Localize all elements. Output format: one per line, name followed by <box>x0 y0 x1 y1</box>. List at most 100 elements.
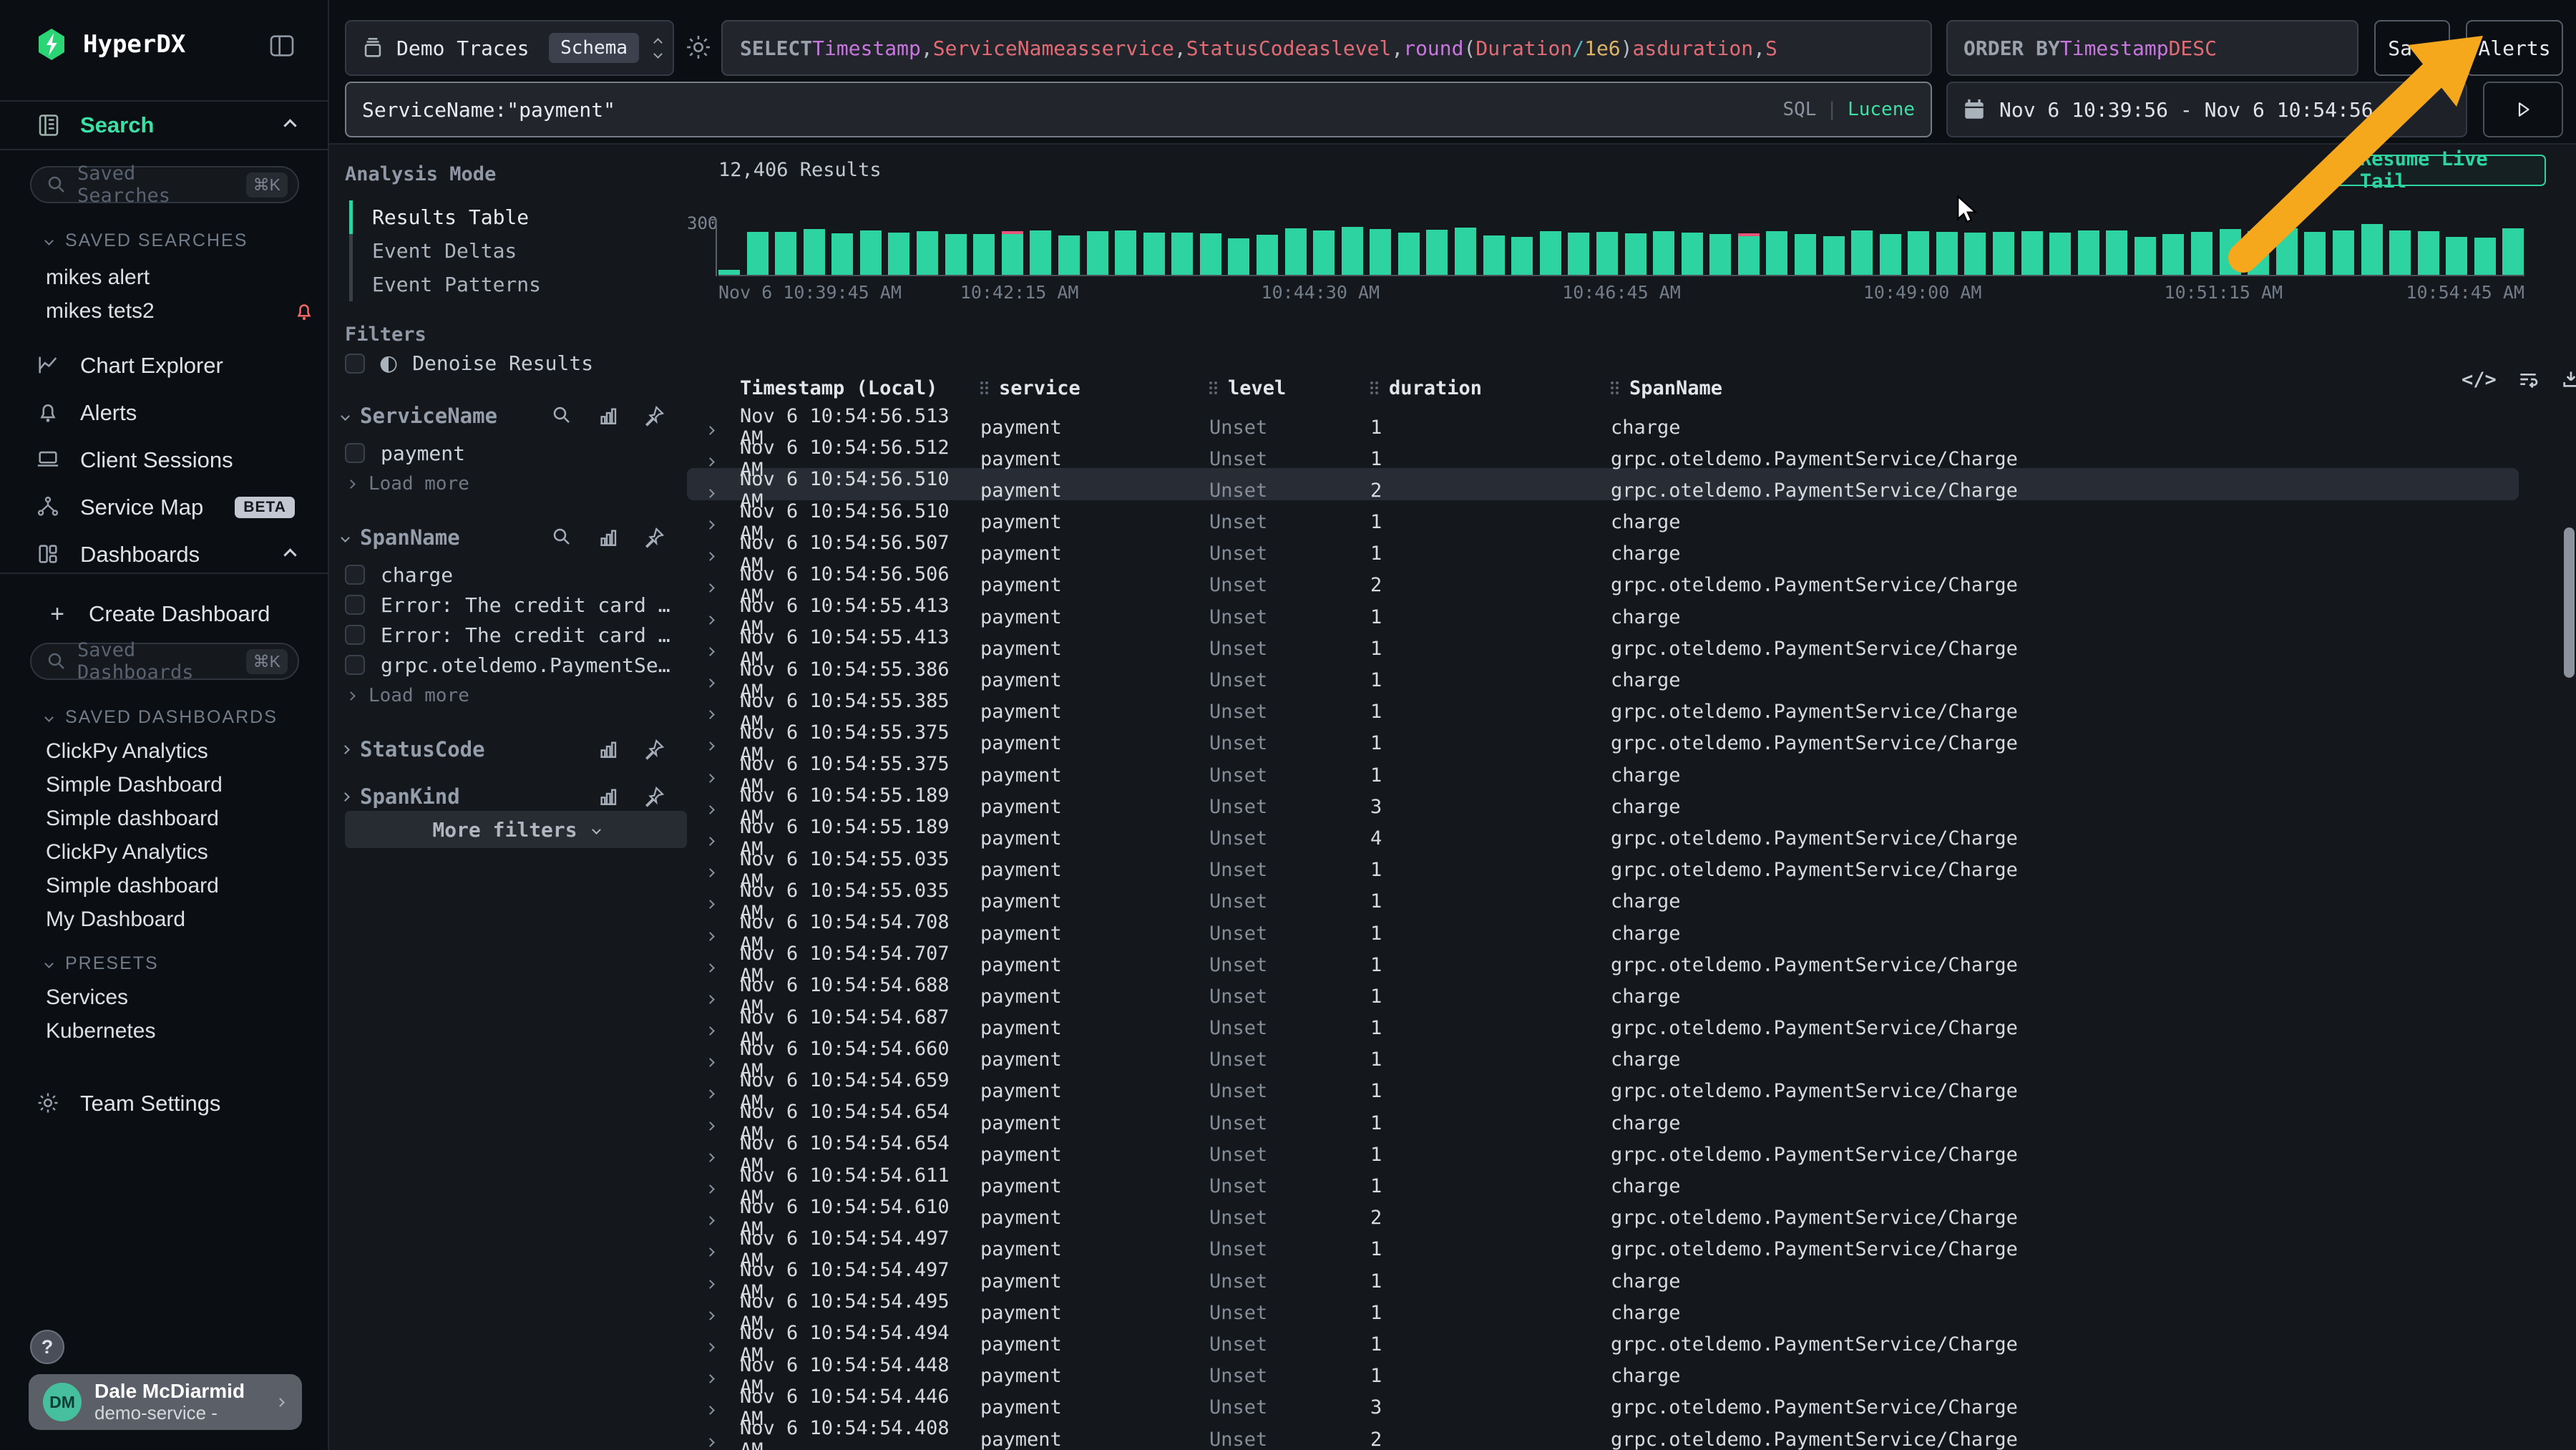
column-header-timestamp-local-[interactable]: Timestamp (Local) <box>740 377 980 399</box>
saved-dashboards-input[interactable]: Saved Dashboards ⌘K <box>30 643 299 680</box>
saved-search-item[interactable]: mikes tets2 <box>46 294 329 328</box>
expand-row-icon[interactable] <box>707 1238 740 1260</box>
expand-row-icon[interactable] <box>707 480 740 502</box>
schema-badge[interactable]: Schema <box>549 33 639 63</box>
scrollbar-thumb[interactable] <box>2564 527 2575 678</box>
chevron-up-icon[interactable] <box>283 119 296 132</box>
filter-option[interactable]: charge <box>329 560 687 590</box>
expand-row-icon[interactable] <box>707 1365 740 1387</box>
presets-header[interactable]: PRESETS <box>46 953 159 974</box>
saved-dashboard-item[interactable]: ClickPy Analytics <box>46 734 223 768</box>
table-row[interactable]: Nov 6 10:54:54.408 AMpaymentUnset2grpc.o… <box>687 1417 2519 1449</box>
saved-dashboard-item[interactable]: Simple dashboard <box>46 869 223 902</box>
expand-row-icon[interactable] <box>707 986 740 1008</box>
expand-row-icon[interactable] <box>707 1017 740 1039</box>
table-row[interactable]: Nov 6 10:54:54.660 AMpaymentUnset1charge <box>687 1038 2519 1069</box>
table-row[interactable]: Nov 6 10:54:54.494 AMpaymentUnset1grpc.o… <box>687 1322 2519 1353</box>
expand-row-icon[interactable] <box>707 890 740 913</box>
analysis-mode-event-deltas[interactable]: Event Deltas <box>372 234 541 268</box>
language-toggle-lucene[interactable]: Lucene <box>1848 99 1915 120</box>
table-row[interactable]: Nov 6 10:54:56.510 AMpaymentUnset2grpc.o… <box>687 468 2519 500</box>
search-icon[interactable] <box>551 404 574 427</box>
expand-row-icon[interactable] <box>707 417 740 439</box>
saved-dashboard-item[interactable]: My Dashboard <box>46 902 223 936</box>
chart-icon[interactable] <box>597 785 620 808</box>
filter-checkbox[interactable] <box>345 625 365 645</box>
preset-item[interactable]: Services <box>46 981 155 1014</box>
filter-option[interactable]: payment <box>329 438 687 468</box>
denoise-checkbox[interactable] <box>345 354 365 374</box>
table-row[interactable]: Nov 6 10:54:56.512 AMpaymentUnset1grpc.o… <box>687 437 2519 468</box>
filter-group-header-spanname[interactable]: SpanName <box>329 515 687 560</box>
create-dashboard-button[interactable]: + Create Dashboard <box>9 597 270 631</box>
expand-row-icon[interactable] <box>707 923 740 945</box>
expand-row-icon[interactable] <box>707 1144 740 1166</box>
saved-searches-header[interactable]: SAVED SEARCHES <box>46 230 248 251</box>
chart-icon[interactable] <box>597 404 620 427</box>
filter-option[interactable]: Error: The credit card … <box>329 620 687 650</box>
sidebar-item-chart-explorer[interactable]: Chart Explorer <box>0 348 329 384</box>
table-row[interactable]: Nov 6 10:54:54.707 AMpaymentUnset1grpc.o… <box>687 943 2519 974</box>
table-row[interactable]: Nov 6 10:54:54.654 AMpaymentUnset1charge <box>687 1101 2519 1132</box>
table-row[interactable]: Nov 6 10:54:54.611 AMpaymentUnset1charge <box>687 1164 2519 1196</box>
table-row[interactable]: Nov 6 10:54:55.189 AMpaymentUnset4grpc.o… <box>687 816 2519 847</box>
table-row[interactable]: Nov 6 10:54:55.375 AMpaymentUnset1grpc.o… <box>687 721 2519 753</box>
table-row[interactable]: Nov 6 10:54:56.506 AMpaymentUnset2grpc.o… <box>687 563 2519 595</box>
preset-item[interactable]: Kubernetes <box>46 1014 155 1048</box>
sidebar-item-service-map[interactable]: Service MapBETA <box>0 490 329 525</box>
filter-checkbox[interactable] <box>345 443 365 463</box>
expand-row-icon[interactable] <box>707 1302 740 1324</box>
language-toggle-sql[interactable]: SQL <box>1782 99 1816 120</box>
table-row[interactable]: Nov 6 10:54:54.610 AMpaymentUnset2grpc.o… <box>687 1196 2519 1227</box>
saved-dashboard-item[interactable]: Simple dashboard <box>46 802 223 835</box>
expand-row-icon[interactable] <box>707 1112 740 1134</box>
sql-select-editor[interactable]: SELECT Timestamp, ServiceName as service… <box>721 20 1932 76</box>
more-filters-button[interactable]: More filters <box>345 811 687 848</box>
table-row[interactable]: Nov 6 10:54:54.446 AMpaymentUnset3grpc.o… <box>687 1386 2519 1417</box>
pin-icon[interactable] <box>643 526 665 549</box>
saved-dashboard-item[interactable]: Simple Dashboard <box>46 768 223 802</box>
saved-dashboard-item[interactable]: ClickPy Analytics <box>46 835 223 869</box>
table-row[interactable]: Nov 6 10:54:54.708 AMpaymentUnset1charge <box>687 911 2519 943</box>
table-row[interactable]: Nov 6 10:54:54.659 AMpaymentUnset1grpc.o… <box>687 1069 2519 1101</box>
expand-row-icon[interactable] <box>707 1270 740 1293</box>
table-row[interactable]: Nov 6 10:54:54.687 AMpaymentUnset1grpc.o… <box>687 1006 2519 1038</box>
column-grip-icon[interactable] <box>980 381 989 394</box>
table-row[interactable]: Nov 6 10:54:55.413 AMpaymentUnset1grpc.o… <box>687 626 2519 658</box>
help-button[interactable]: ? <box>30 1330 64 1364</box>
analysis-mode-event-patterns[interactable]: Event Patterns <box>372 268 541 301</box>
saved-search-item[interactable]: mikes alert <box>46 261 329 294</box>
table-row[interactable]: Nov 6 10:54:55.189 AMpaymentUnset3charge <box>687 784 2519 816</box>
expand-row-icon[interactable] <box>707 448 740 470</box>
sidebar-item-dashboards[interactable]: Dashboards <box>0 537 329 574</box>
expand-row-icon[interactable] <box>707 796 740 818</box>
expand-row-icon[interactable] <box>707 511 740 533</box>
save-button[interactable]: Save <box>2374 20 2450 76</box>
column-grip-icon[interactable] <box>1209 381 1218 394</box>
expand-row-icon[interactable] <box>707 1080 740 1102</box>
column-header-spanname[interactable]: SpanName <box>1611 377 2519 399</box>
pin-icon[interactable] <box>643 738 665 761</box>
expand-row-icon[interactable] <box>707 1396 740 1419</box>
sql-orderby-editor[interactable]: ORDER BY Timestamp DESC <box>1946 20 2358 76</box>
filter-option[interactable]: grpc.oteldemo.PaymentSe… <box>329 650 687 680</box>
table-row[interactable]: Nov 6 10:54:55.035 AMpaymentUnset1charge <box>687 880 2519 911</box>
table-row[interactable]: Nov 6 10:54:55.375 AMpaymentUnset1charge <box>687 753 2519 784</box>
run-query-button[interactable] <box>2483 82 2563 137</box>
load-more-button[interactable]: Load more <box>329 468 687 500</box>
load-more-button[interactable]: Load more <box>329 680 687 711</box>
column-header-level[interactable]: level <box>1209 377 1370 399</box>
table-row[interactable]: Nov 6 10:54:54.495 AMpaymentUnset1charge <box>687 1290 2519 1322</box>
expand-row-icon[interactable] <box>707 764 740 787</box>
expand-row-icon[interactable] <box>707 1429 740 1450</box>
expand-row-icon[interactable] <box>707 1333 740 1356</box>
search-query-input[interactable]: ServiceName:"payment" SQL | Lucene <box>345 82 1932 137</box>
chart-icon[interactable] <box>597 526 620 549</box>
table-row[interactable]: Nov 6 10:54:54.497 AMpaymentUnset1charge <box>687 1259 2519 1290</box>
expand-row-icon[interactable] <box>707 1207 740 1229</box>
sidebar-item-client-sessions[interactable]: Client Sessions <box>0 442 329 478</box>
pin-icon[interactable] <box>643 785 665 808</box>
expand-row-icon[interactable] <box>707 859 740 881</box>
table-row[interactable]: Nov 6 10:54:56.513 AMpaymentUnset1charge <box>687 405 2519 437</box>
filter-checkbox[interactable] <box>345 595 365 615</box>
